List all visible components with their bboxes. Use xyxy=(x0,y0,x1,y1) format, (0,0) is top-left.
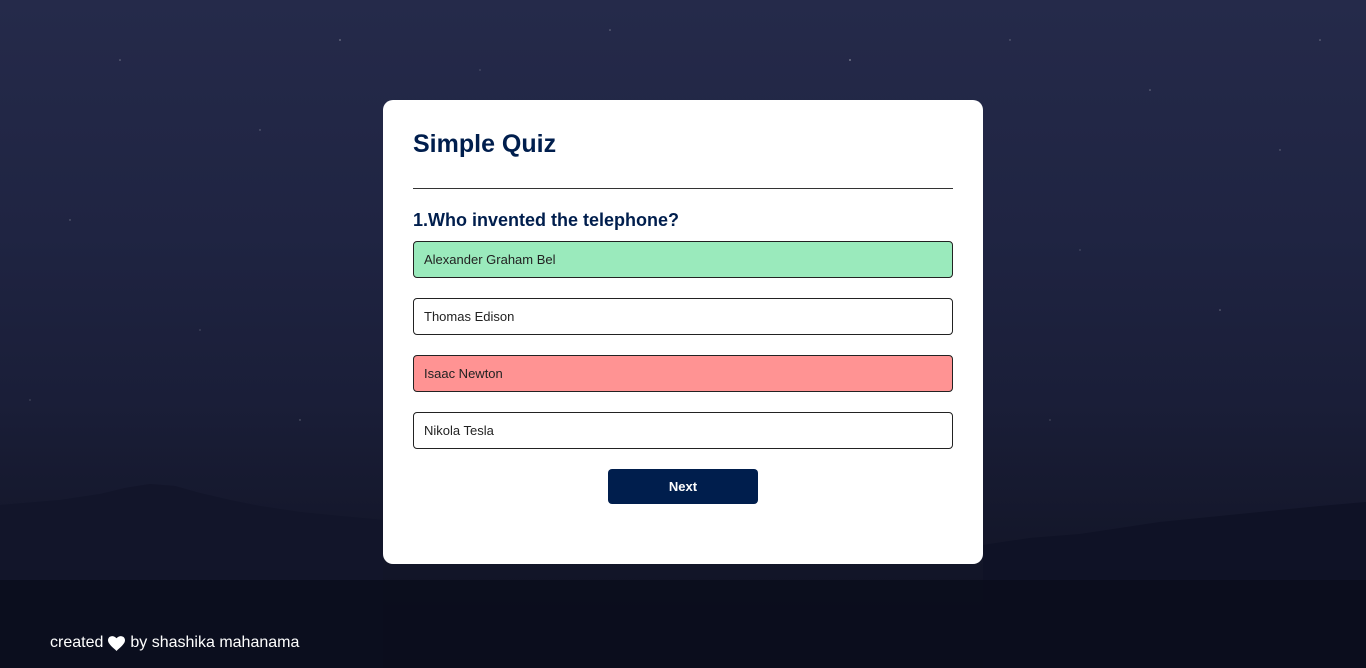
footer-suffix: by shashika mahanama xyxy=(130,634,300,651)
question-text: 1.Who invented the telephone? xyxy=(413,210,680,230)
answer-option-2[interactable]: Thomas Edison xyxy=(413,298,953,335)
title-divider xyxy=(413,188,953,189)
answer-option-3[interactable]: Isaac Newton xyxy=(413,355,953,392)
quiz-title: Simple Quiz xyxy=(413,130,557,158)
footer-credit: created by shashika mahanama xyxy=(50,634,299,652)
quiz-card: Simple Quiz 1.Who invented the telephone… xyxy=(383,100,983,564)
footer-prefix: created xyxy=(50,634,104,651)
answer-option-1[interactable]: Alexander Graham Bel xyxy=(413,241,953,278)
heart-icon xyxy=(108,635,126,651)
next-button[interactable]: Next xyxy=(608,469,758,504)
answer-list: Alexander Graham Bel Thomas Edison Isaac… xyxy=(413,241,953,449)
answer-option-4[interactable]: Nikola Tesla xyxy=(413,412,953,449)
ground xyxy=(0,580,1366,668)
